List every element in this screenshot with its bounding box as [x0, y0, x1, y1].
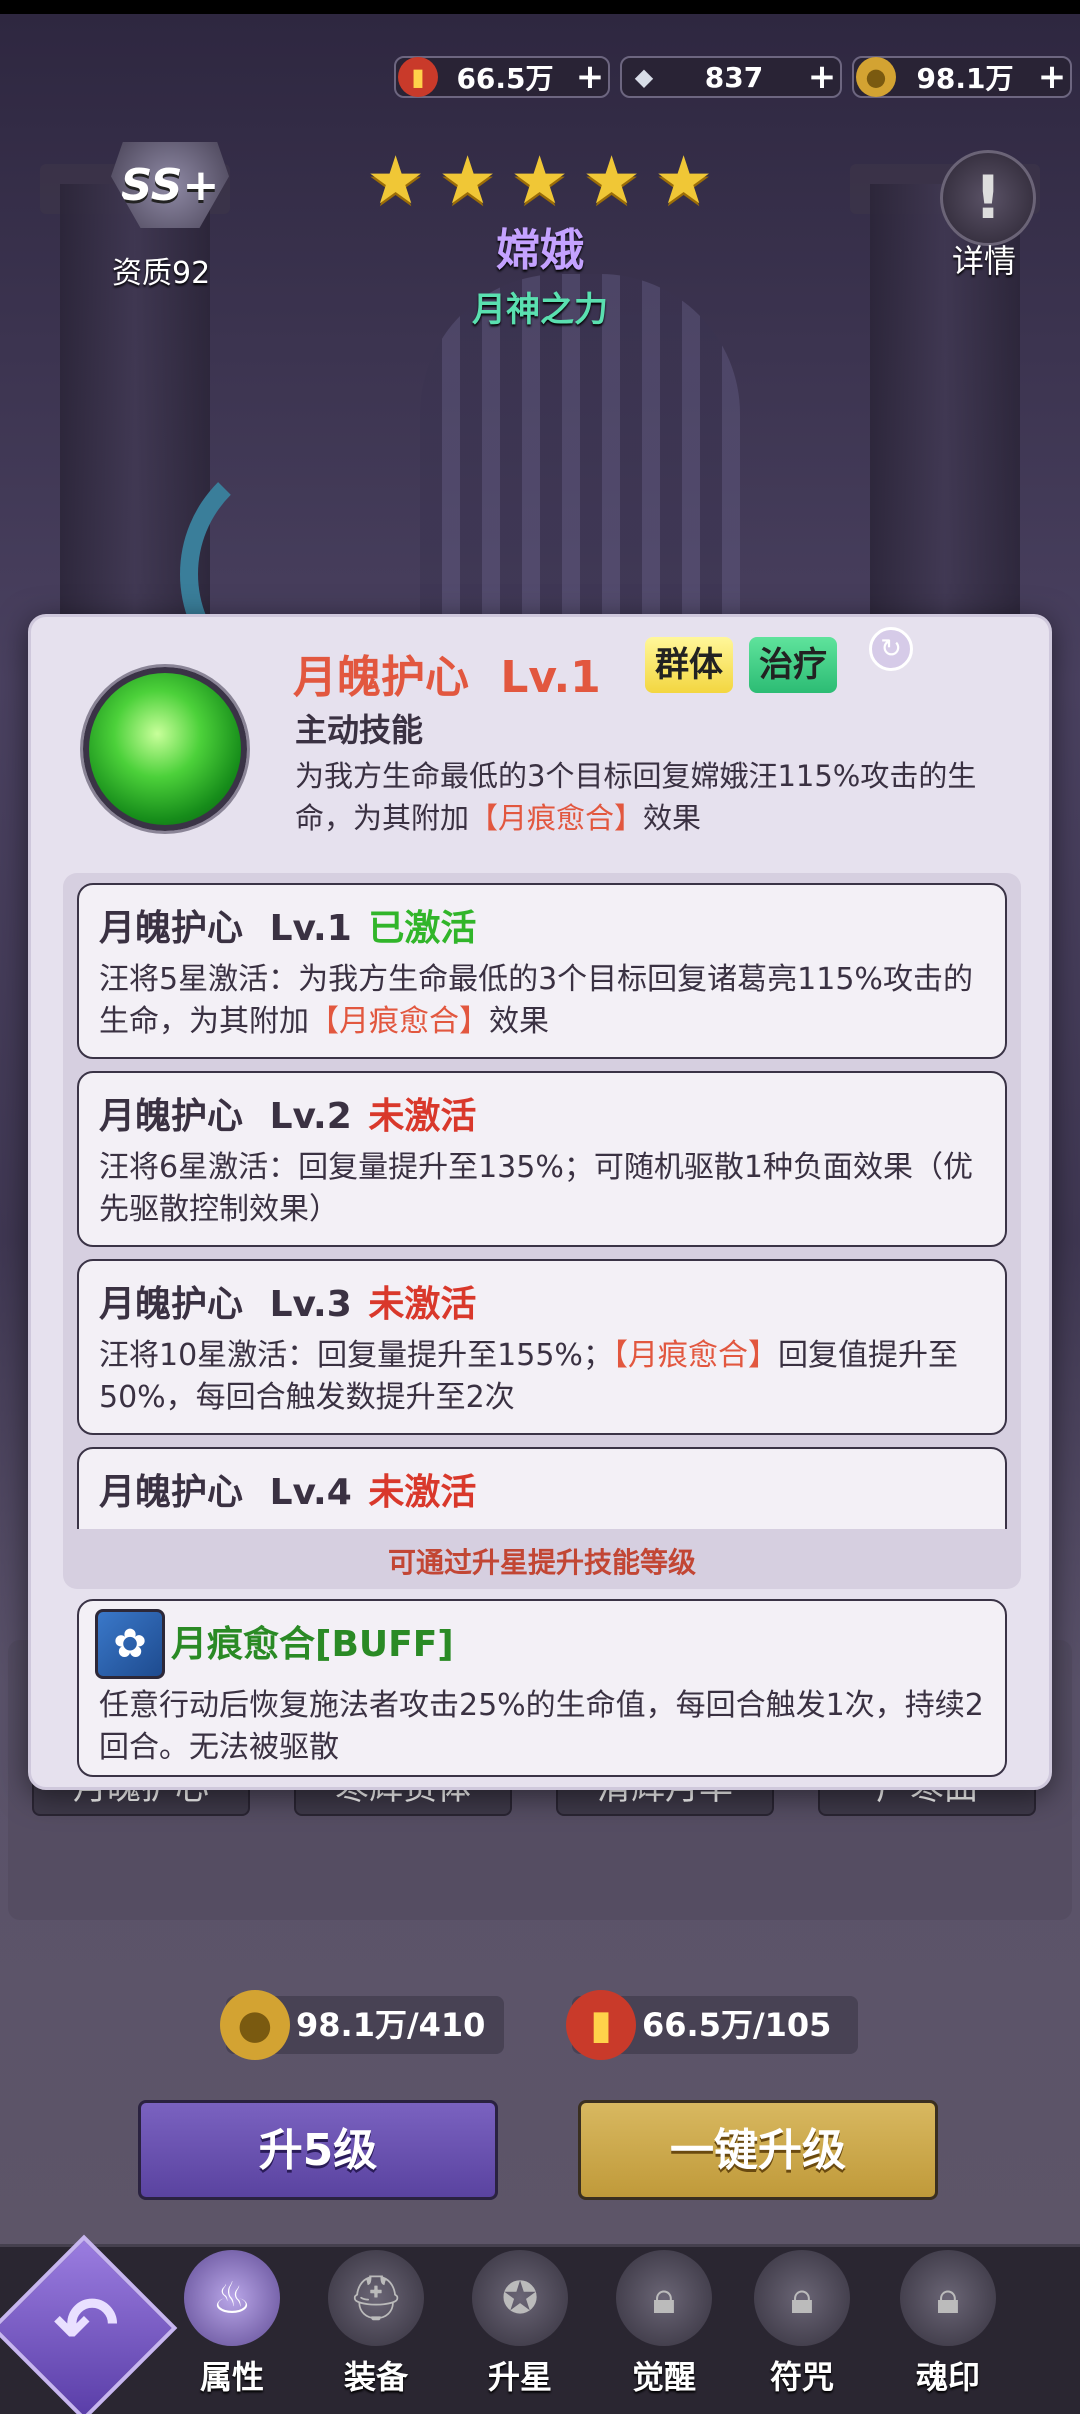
nav-item-talisman[interactable]: 🔒︎ 符咒 [742, 2250, 862, 2410]
level-state: 未激活 [368, 1472, 477, 1513]
level-card-header: 月魄护心 Lv.4 未激活 [99, 1463, 476, 1515]
buff-title: 月痕愈合[BUFF] [171, 1624, 454, 1665]
tag-heal: 治疗 [749, 637, 837, 693]
level-desc-text: 效果 [489, 1004, 549, 1039]
buff-description: 任意行动后恢复施法者攻击25%的生命值，每回合触发1次，持续2回合。无法被驱散 [99, 1688, 984, 1765]
tag-group: 群体 [645, 637, 733, 693]
level-list[interactable]: 月魄护心 Lv.1 已激活 汪将5星激活：为我方生命最低的3个目标回复诸葛亮11… [63, 873, 1021, 1589]
level-name: 月魄护心 [99, 1096, 244, 1137]
cost-coin-value: 98.1万/410 [296, 2006, 486, 2044]
lock-icon: 🔒︎ [754, 2250, 850, 2346]
level-description: 汪将6星激活：回复量提升至135%；可随机驱散1种负面效果（优先驱散控制效果） [99, 1147, 989, 1231]
level-state: 未激活 [368, 1284, 477, 1325]
skill-orb-icon [83, 667, 247, 831]
level-number: Lv.3 [269, 1284, 352, 1325]
level-name: 月魄护心 [99, 1284, 244, 1325]
level-name: 月魄护心 [99, 1472, 244, 1513]
diamond-icon: ◆ [634, 63, 654, 91]
add-fries-button[interactable]: + [572, 57, 608, 97]
star-ring-icon: ✪ [472, 2250, 568, 2346]
star-icon: ★ [510, 142, 570, 219]
buff-card: ✿ 月痕愈合[BUFF] 任意行动后恢复施法者攻击25%的生命值，每回合触发1次… [77, 1599, 1007, 1777]
one-click-upgrade-button[interactable]: 一键升级 [578, 2100, 938, 2200]
hero-name: 嫦娥 [496, 225, 584, 276]
share-icon[interactable]: ↻ [869, 627, 913, 671]
currency-fries-value: 66.5万 [456, 62, 554, 95]
nav-item-equipment[interactable]: ⛑ 装备 [316, 2250, 436, 2410]
back-arrow-icon[interactable]: ↶ [36, 2276, 136, 2376]
currency-fries: ▮ 66.5万 + [394, 56, 610, 98]
star-icon: ★ [438, 142, 498, 219]
nav-label: 觉醒 [631, 2358, 696, 2396]
level-state: 未激活 [368, 1096, 477, 1137]
nav-item-soul-seal[interactable]: 🔒︎ 魂印 [888, 2250, 1008, 2410]
fries-icon: ▮ [566, 1990, 636, 2060]
star-icon: ★ [654, 142, 714, 219]
skill-name: 月魄护心 [293, 652, 469, 703]
level-number: Lv.1 [269, 908, 352, 949]
level-list-scroll[interactable]: 月魄护心 Lv.1 已激活 汪将5星激活：为我方生命最低的3个目标回复诸葛亮11… [77, 883, 1007, 1529]
skill-level: Lv.1 [500, 652, 601, 703]
cost-coin: ● 98.1万/410 [220, 1990, 504, 2060]
description-highlight: 【月痕愈合】 [469, 801, 644, 835]
star-rating: ★ ★ ★ ★ ★ [366, 148, 720, 214]
lock-icon: 🔒︎ [900, 2250, 996, 2346]
level-card-header: 月魄护心 Lv.1 已激活 [99, 899, 476, 951]
coin-icon: ● [856, 57, 896, 97]
detail-button[interactable]: ! [940, 150, 1036, 246]
level-number: Lv.4 [269, 1472, 352, 1513]
currency-coin-value: 98.1万 [916, 62, 1014, 95]
level-desc-text: 汪将6星激活：回复量提升至135%；可随机驱散1种负面效果（优先驱散控制效果） [99, 1150, 973, 1227]
level-description: 汪将5星激活：为我方生命最低的3个目标回复诸葛亮115%攻击的生命，为其附加【月… [99, 959, 989, 1043]
level-name: 月魄护心 [99, 908, 244, 949]
flame-icon: ♨ [184, 2250, 280, 2346]
nav-label: 升星 [487, 2358, 552, 2396]
currency-coin: ● 98.1万 + [852, 56, 1072, 98]
skill-title: 月魄护心 Lv.1 [293, 641, 601, 705]
lock-icon: 🔒︎ [616, 2250, 712, 2346]
level-card: 月魄护心 Lv.3 未激活 汪将10星激活：回复量提升至155%；【月痕愈合】回… [77, 1259, 1007, 1435]
clover-icon: ✿ [95, 1609, 165, 1679]
level-card-header: 月魄护心 Lv.3 未激活 [99, 1275, 476, 1327]
skill-description: 为我方生命最低的3个目标回复嫦娥汪115%攻击的生命，为其附加【月痕愈合】效果 [295, 755, 1005, 839]
nav-label: 属性 [199, 2358, 264, 2396]
level-state: 已激活 [368, 908, 477, 949]
coin-icon: ● [220, 1990, 290, 2060]
description-text: 效果 [643, 801, 702, 835]
nav-item-star-up[interactable]: ✪ 升星 [460, 2250, 580, 2410]
level-desc-text: 汪将10星激活：回复量提升至155%； [99, 1338, 613, 1373]
currency-diamond: ◆ 837 + [620, 56, 842, 98]
status-bar [0, 0, 1080, 14]
exclamation-icon: ! [974, 163, 1002, 233]
nav-label: 魂印 [915, 2358, 980, 2396]
nav-item-attributes[interactable]: ♨ 属性 [172, 2250, 292, 2410]
cost-fries: ▮ 66.5万/105 [566, 1990, 858, 2060]
nav-label: 装备 [343, 2358, 408, 2396]
level-number: Lv.2 [269, 1096, 352, 1137]
nav-label: 符咒 [769, 2358, 834, 2396]
upgrade-5-button[interactable]: 升5级 [138, 2100, 498, 2200]
skill-detail-popup: 月魄护心 Lv.1 群体 治疗 ↻ 主动技能 为我方生命最低的3个目标回复嫦娥汪… [28, 614, 1052, 1790]
level-card: 月魄护心 Lv.4 未激活 [77, 1447, 1007, 1529]
helmet-icon: ⛑ [328, 2250, 424, 2346]
nav-item-awaken[interactable]: 🔒︎ 觉醒 [604, 2250, 724, 2410]
level-card: 月魄护心 Lv.2 未激活 汪将6星激活：回复量提升至135%；可随机驱散1种负… [77, 1071, 1007, 1247]
level-card: 月魄护心 Lv.1 已激活 汪将5星激活：为我方生命最低的3个目标回复诸葛亮11… [77, 883, 1007, 1059]
detail-label[interactable]: 详情 [952, 236, 1016, 282]
level-desc-highlight: 【月痕愈合】 [612, 1338, 778, 1373]
add-diamond-button[interactable]: + [804, 57, 840, 97]
level-card-header: 月魄护心 Lv.2 未激活 [99, 1087, 476, 1139]
star-icon: ★ [366, 142, 426, 219]
currency-diamond-value: 837 [704, 60, 764, 94]
level-description: 汪将10星激活：回复量提升至155%；【月痕愈合】回复值提升至50%，每回合触发… [99, 1335, 989, 1419]
fries-icon: ▮ [398, 57, 438, 97]
cost-fries-value: 66.5万/105 [642, 2006, 832, 2044]
hero-title: 月神之力 [472, 290, 608, 330]
add-coin-button[interactable]: + [1034, 57, 1070, 97]
skill-type: 主动技能 [295, 711, 424, 749]
upgrade-hint: 可通过升星提升技能等级 [387, 1546, 696, 1579]
level-desc-highlight: 【月痕愈合】 [309, 1004, 489, 1039]
star-icon: ★ [582, 142, 642, 219]
